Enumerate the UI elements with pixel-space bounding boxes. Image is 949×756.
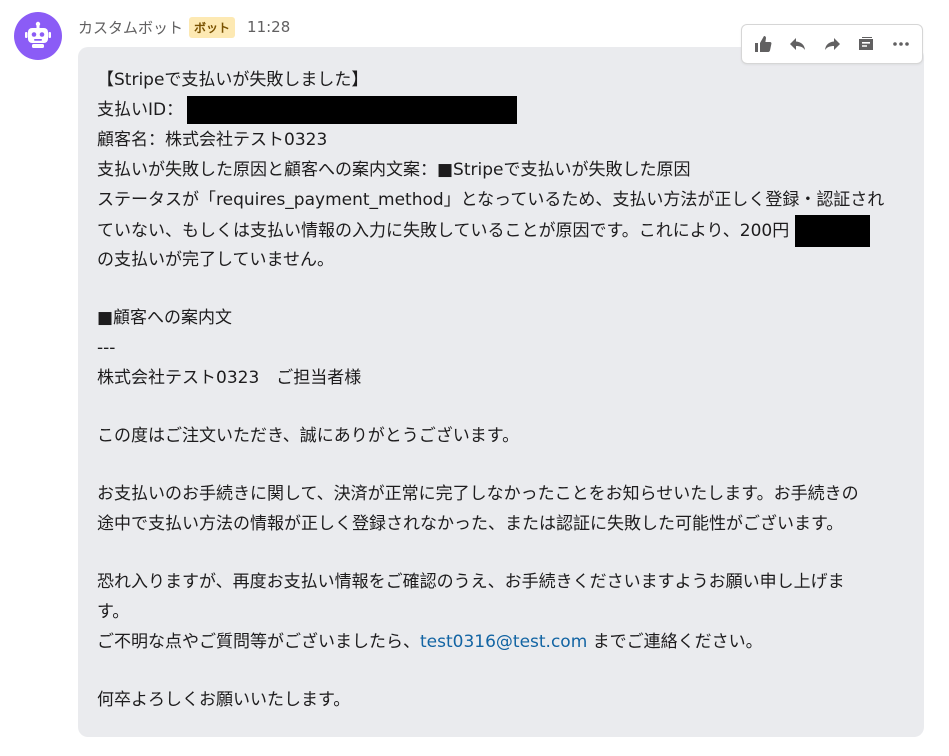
forward-button[interactable]: [817, 29, 847, 59]
reason-text: ていない、もしくは支払い情報の入力に失敗していることが原因です。これにより、20…: [97, 221, 790, 241]
message-row: カスタムボット ボット 11:28 【Stripeで支払いが失敗しました】 支払…: [0, 0, 949, 756]
text-line-incomplete: の支払いが完了していません。: [97, 250, 334, 270]
text-line-reason: ていない、もしくは支払い情報の入力に失敗していることが原因です。これにより、20…: [97, 215, 904, 247]
contact-text-before: ご不明な点やご質問等がございましたら、: [97, 632, 420, 652]
bot-badge: ボット: [189, 16, 236, 38]
text-line-notice-2: 途中で支払い方法の情報が正しく登録されなかった、または認証に失敗した可能性がござ…: [97, 514, 844, 534]
redacted-amount: [795, 215, 871, 247]
text-line-notice-1: お支払いのお手続きに関して、決済が正常に完了しなかったことをお知らせいたします。…: [97, 484, 859, 504]
text-line-status: ステータスが「requires_payment_method」となっているため、…: [97, 190, 885, 210]
text-line-addressee: 株式会社テスト0323 ご担当者様: [97, 368, 362, 388]
reply-button[interactable]: [783, 29, 813, 59]
robot-icon: [25, 21, 51, 48]
archive-button[interactable]: [851, 29, 881, 59]
message-header: カスタムボット ボット 11:28: [78, 16, 290, 38]
text-line-thanks: この度はご注文いただき、誠にありがとうございます。: [97, 426, 520, 446]
text-line-title: 【Stripeで支払いが失敗しました】: [97, 70, 369, 90]
text-line-closing: 何卒よろしくお願いいたします。: [97, 690, 351, 710]
redacted-payment-id: [187, 96, 518, 124]
text-line-payment-id: 支払いID：: [97, 95, 904, 125]
text-line-request-2: す。: [97, 602, 130, 622]
more-actions-button[interactable]: [886, 29, 916, 59]
message-actions-toolbar: [741, 24, 923, 64]
more-icon: [892, 42, 909, 46]
message-body: 【Stripeで支払いが失敗しました】 支払いID： 顧客名：株式会社テスト03…: [78, 47, 924, 737]
contact-text-after: までご連絡ください。: [587, 632, 763, 652]
text-line-customer: 顧客名：株式会社テスト0323: [97, 130, 328, 150]
text-line-separator: ---: [97, 338, 116, 358]
payment-id-label: 支払いID：: [97, 100, 184, 120]
bot-avatar[interactable]: [14, 12, 62, 60]
timestamp[interactable]: 11:28: [247, 18, 290, 36]
text-line-contact: ご不明な点やご質問等がございましたら、test0316@test.com までご…: [97, 627, 904, 657]
archive-icon: [859, 37, 874, 50]
forward-icon: [824, 38, 840, 50]
like-button[interactable]: [748, 29, 778, 59]
sender-name[interactable]: カスタムボット: [78, 17, 183, 38]
text-line-request-1: 恐れ入りますが、再度お支払い情報をご確認のうえ、お手続きくださいますようお願い申…: [97, 572, 845, 592]
email-link[interactable]: test0316@test.com: [420, 632, 587, 652]
text-line-guide-heading: ■顧客への案内文: [97, 308, 233, 328]
thumbs-up-icon: [755, 36, 772, 52]
text-line-cause-heading: 支払いが失敗した原因と顧客への案内文案：■Stripeで支払いが失敗した原因: [97, 160, 691, 180]
reply-icon: [789, 38, 805, 50]
